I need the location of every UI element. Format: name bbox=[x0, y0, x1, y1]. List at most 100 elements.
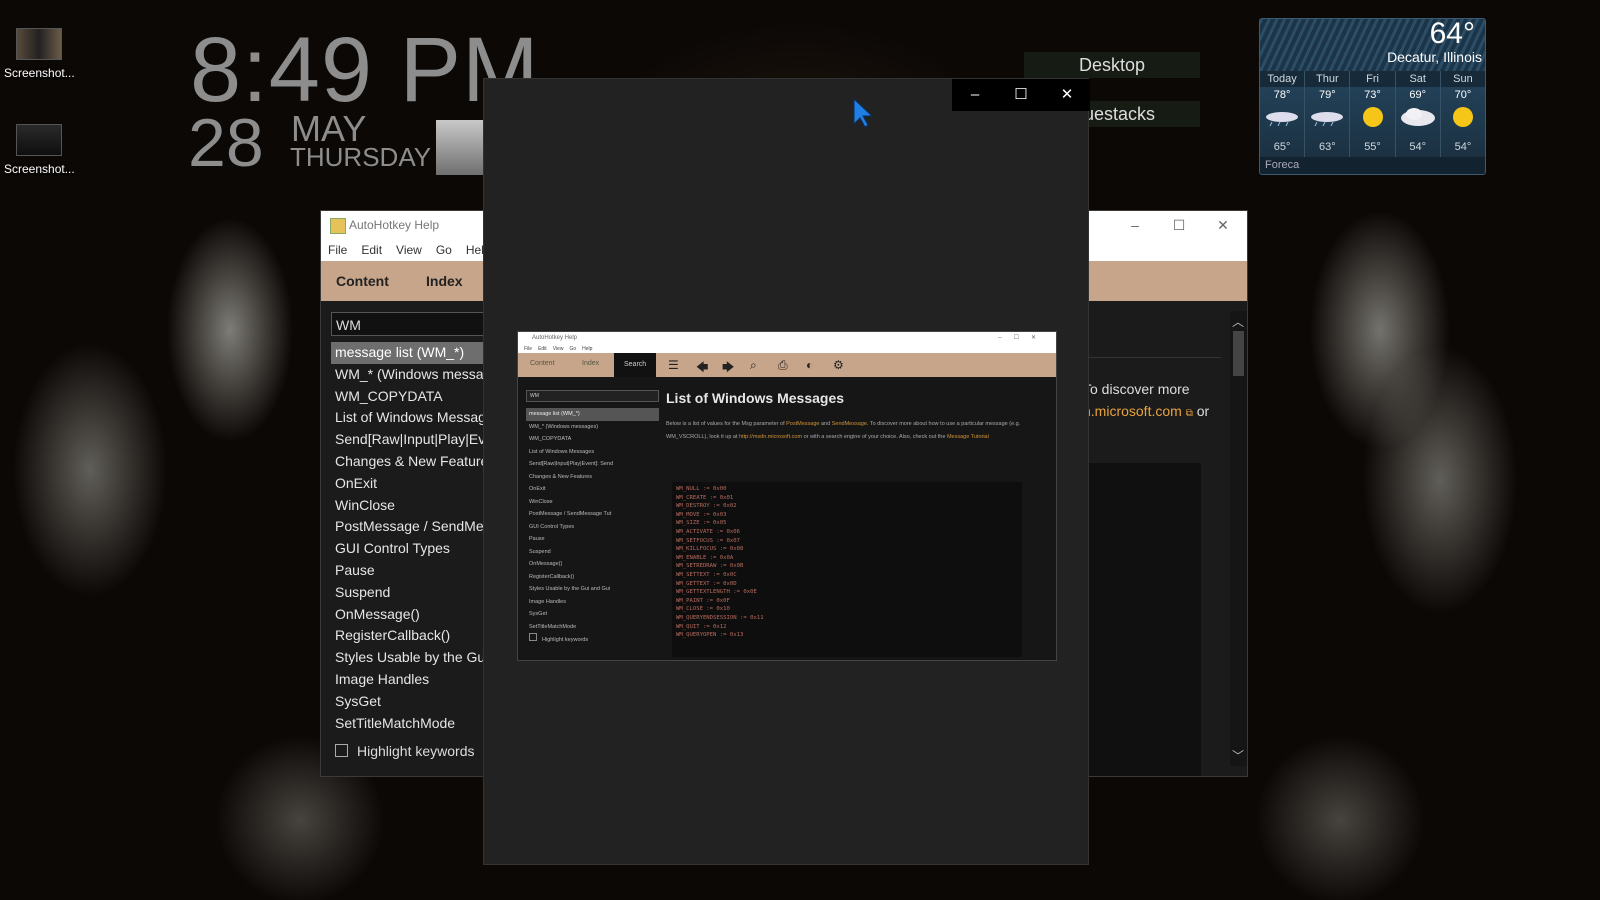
photo-viewer-window[interactable]: – ☐ ✕ AutoHotkey Help –☐✕ File Edit View Go… bbox=[483, 78, 1090, 865]
preview-sidebar: WM message list (WM_*) WM_* (Windows mes… bbox=[526, 390, 659, 652]
list-item[interactable]: PostMessage / SendMes bbox=[331, 516, 503, 538]
preview-menu-item: View bbox=[552, 346, 564, 352]
content-line: n.microsoft.com ⧉ or bbox=[1083, 403, 1233, 419]
forecast-high: 70° bbox=[1454, 89, 1472, 101]
list-item[interactable]: WinClose bbox=[331, 495, 503, 517]
list-item[interactable]: Styles Usable by the Gui bbox=[331, 647, 503, 669]
desktop-gadget-button[interactable]: Desktop bbox=[1024, 52, 1200, 78]
menu-file[interactable]: File bbox=[321, 239, 354, 257]
screenshot-preview: AutoHotkey Help –☐✕ File Edit View Go Help C… bbox=[517, 331, 1057, 661]
code-line: WM_PAINT := 0x0F bbox=[676, 597, 730, 604]
tab-index[interactable]: Index bbox=[426, 273, 463, 289]
preview-code-block: WM_NULL := 0x00 WM_CREATE := 0x01 WM_DES… bbox=[672, 482, 1022, 657]
external-link-icon: ⧉ bbox=[1185, 408, 1193, 419]
tab-content[interactable]: Content bbox=[336, 273, 389, 289]
scroll-up-icon[interactable]: ︿ bbox=[1232, 313, 1244, 330]
code-block bbox=[1083, 463, 1201, 776]
preview-link: PostMessage bbox=[786, 421, 820, 427]
index-list[interactable]: message list (WM_*) WM_* (Windows messag… bbox=[331, 342, 503, 732]
menu-edit[interactable]: Edit bbox=[354, 239, 389, 257]
list-item[interactable]: OnMessage() bbox=[331, 604, 503, 626]
list-item[interactable]: Suspend bbox=[331, 582, 503, 604]
list-item[interactable]: GUI Control Types bbox=[331, 538, 503, 560]
content-or: or bbox=[1196, 403, 1210, 419]
content-line: To discover more bbox=[1083, 381, 1190, 397]
list-item[interactable]: Pause bbox=[331, 560, 503, 582]
scroll-thumb[interactable] bbox=[1233, 331, 1244, 376]
preview-list-item: WM_* (Windows messages) bbox=[529, 423, 599, 430]
list-item[interactable]: SysGet bbox=[331, 691, 503, 713]
index-search-input[interactable]: WM bbox=[331, 312, 501, 336]
list-item[interactable]: SetTitleMatchMode bbox=[331, 713, 503, 732]
list-item[interactable]: WM_* (Windows messag bbox=[331, 364, 503, 386]
menu-go[interactable]: Go bbox=[429, 239, 459, 257]
preview-list-item: message list (WM_*) bbox=[526, 408, 659, 421]
preview-list-item: OnMessage() bbox=[529, 561, 563, 567]
forecast-day-name: Sat bbox=[1395, 71, 1440, 87]
minimize-button[interactable]: – bbox=[952, 79, 998, 111]
printer-icon bbox=[436, 120, 486, 175]
code-line: WM_GETTEXT := 0x0D bbox=[676, 580, 737, 587]
menu-view[interactable]: View bbox=[389, 239, 429, 257]
preview-list-item: Pause bbox=[529, 536, 545, 542]
minimize-button[interactable]: – bbox=[1113, 211, 1157, 239]
desktop-icon-screenshot-2[interactable]: Screenshot... bbox=[4, 124, 75, 176]
preview-tab-index: Index bbox=[582, 360, 600, 367]
help-content-text: To discover more n.microsoft.com ⧉ or bbox=[1083, 381, 1233, 419]
highlight-keywords-checkbox[interactable]: Highlight keywords bbox=[335, 743, 475, 759]
forecast-day: Thur 79° 63° bbox=[1305, 71, 1351, 157]
forecast-low: 55° bbox=[1364, 141, 1381, 153]
preview-menu-item: Help bbox=[582, 346, 593, 352]
preview-menu-bar: File Edit View Go Help bbox=[518, 345, 1056, 353]
code-line: WM_MOVE := 0x03 bbox=[676, 511, 727, 518]
close-button[interactable]: ✕ bbox=[1044, 79, 1090, 111]
print-icon: ⎙ bbox=[778, 358, 788, 372]
code-line: WM_SIZE := 0x05 bbox=[676, 520, 727, 527]
gear-icon: ⚙ bbox=[833, 358, 844, 372]
preview-list-item: Suspend bbox=[529, 548, 551, 555]
list-item[interactable]: Send[Raw|Input|Play|Ev bbox=[331, 429, 503, 451]
list-item[interactable]: message list (WM_*) bbox=[331, 342, 503, 364]
preview-titlebar: AutoHotkey Help –☐✕ bbox=[518, 332, 1056, 345]
weather-provider: Foreca bbox=[1260, 157, 1485, 174]
preview-menu-item: Edit bbox=[538, 346, 547, 352]
sun-icon bbox=[1350, 101, 1394, 133]
content-scrollbar[interactable]: ︿ ﹀ bbox=[1230, 311, 1247, 766]
preview-list-item: Changes & New Features bbox=[529, 473, 592, 480]
desktop-icon-screenshot-1[interactable]: Screenshot... bbox=[4, 28, 75, 80]
preview-list-item: SetTitleMatchMode bbox=[529, 623, 577, 630]
forecast-day-name: Thur bbox=[1305, 71, 1350, 87]
weather-header: 64° Decatur, Illinois bbox=[1260, 19, 1485, 71]
forecast-day: Sat 69° 54° bbox=[1395, 71, 1441, 157]
preview-highlight-keywords: Highlight keywords bbox=[526, 633, 659, 646]
close-button[interactable]: ✕ bbox=[1201, 211, 1245, 239]
msdn-link[interactable]: n.microsoft.com bbox=[1083, 403, 1182, 419]
preview-para-text: Below is a list of values for the Msg pa… bbox=[666, 421, 785, 427]
maximize-button[interactable]: ☐ bbox=[998, 79, 1044, 111]
scroll-down-icon[interactable]: ﹀ bbox=[1232, 747, 1244, 764]
list-item[interactable]: List of Windows Messag bbox=[331, 407, 503, 429]
code-line: WM_DESTROY := 0x02 bbox=[676, 503, 737, 510]
maximize-button[interactable]: ☐ bbox=[1157, 211, 1201, 239]
forecast-row: Today 78° 65° Thur 79° 63° Fri 73° 55° S… bbox=[1260, 71, 1485, 157]
code-line: WM_CLOSE := 0x10 bbox=[676, 606, 730, 613]
checkbox-box[interactable] bbox=[335, 744, 348, 757]
preview-menu-item: Go bbox=[569, 346, 577, 352]
preview-list-item: RegisterCallback() bbox=[529, 573, 575, 580]
list-item[interactable]: Changes & New Feature bbox=[331, 451, 503, 473]
contrast-icon: ◐ bbox=[806, 358, 814, 372]
list-item[interactable]: RegisterCallback() bbox=[331, 625, 503, 647]
clock-weekday: THURSDAY bbox=[290, 142, 432, 172]
forecast-low: 54° bbox=[1454, 141, 1472, 153]
list-item[interactable]: Image Handles bbox=[331, 669, 503, 691]
forecast-day-name: Today bbox=[1260, 71, 1305, 87]
list-item[interactable]: WM_COPYDATA bbox=[331, 386, 503, 408]
list-item[interactable]: OnExit bbox=[331, 473, 503, 495]
weather-gadget[interactable]: 64° Decatur, Illinois Today 78° 65° Thur… bbox=[1259, 18, 1486, 175]
forecast-low: 65° bbox=[1273, 141, 1291, 153]
rain-cloud-icon bbox=[1305, 101, 1349, 133]
image-file-icon bbox=[16, 28, 62, 60]
forecast-high: 78° bbox=[1273, 89, 1291, 101]
code-line: WM_SETREDRAW := 0x0B bbox=[676, 563, 744, 570]
forecast-day: Today 78° 65° bbox=[1260, 71, 1306, 157]
